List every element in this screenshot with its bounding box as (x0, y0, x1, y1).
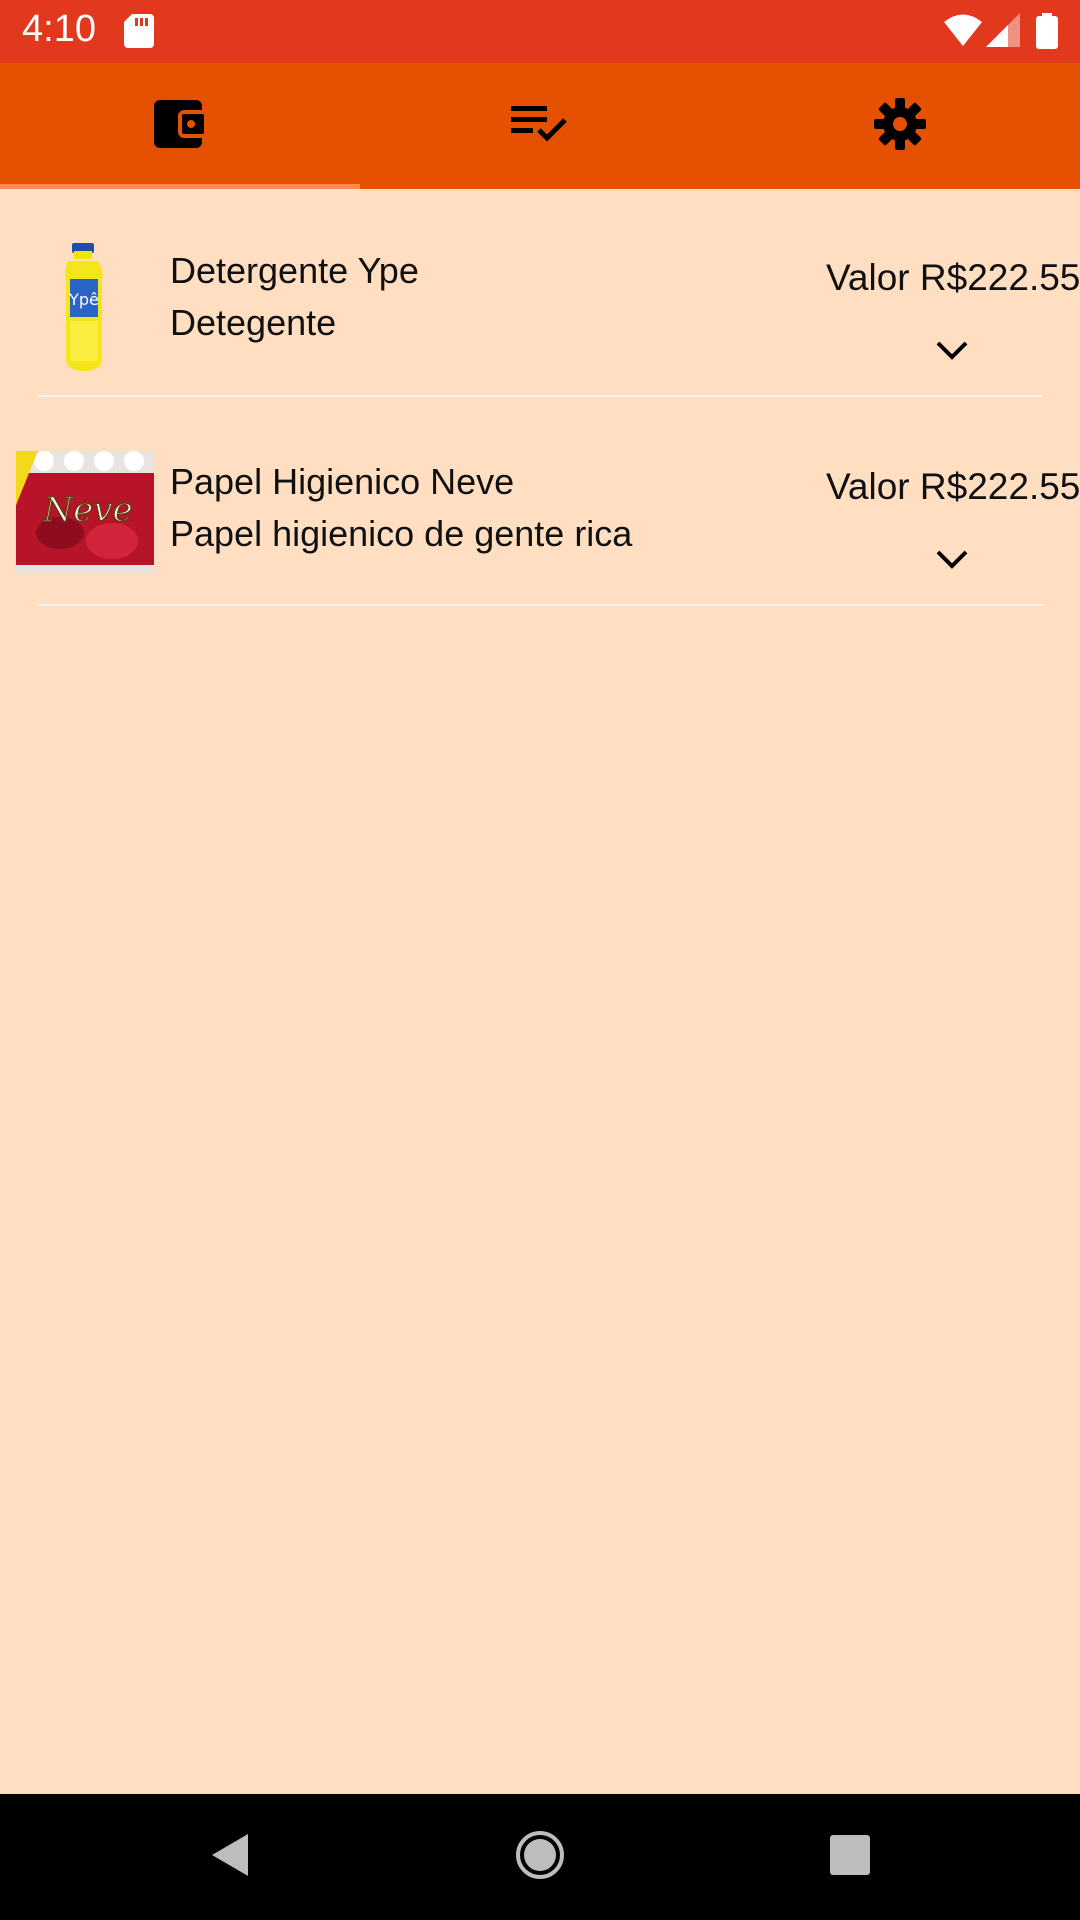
list-item[interactable]: Ypê Detergente Ype Detegente Valor R$222… (0, 189, 1080, 398)
chevron-down-icon[interactable] (932, 548, 972, 577)
recents-icon (829, 1834, 871, 1881)
cell-signal-icon (986, 13, 1020, 52)
tab-bar (0, 63, 1080, 189)
chevron-down-icon[interactable] (932, 339, 972, 368)
svg-text:Ypê: Ypê (68, 290, 99, 309)
gear-icon (874, 97, 926, 155)
item-name: Papel Higienico Neve (170, 461, 515, 502)
home-button[interactable] (500, 1794, 580, 1920)
back-button[interactable] (190, 1794, 270, 1920)
item-description: Detegente (170, 302, 337, 343)
tab-settings[interactable] (720, 63, 1080, 189)
home-icon (515, 1830, 565, 1885)
recents-button[interactable] (810, 1794, 890, 1920)
detergent-bottle-image: Ypê (14, 239, 156, 381)
status-time: 4:10 (22, 8, 96, 50)
battery-icon (1036, 13, 1058, 54)
brand-logo-text: Neve (42, 490, 132, 530)
divider (38, 395, 1043, 397)
checklist-icon (511, 104, 569, 149)
wallet-icon (154, 99, 208, 153)
back-icon (210, 1832, 250, 1883)
list-item[interactable]: Neve Papel Higienico Neve Papel higienic… (0, 398, 1080, 607)
sd-card-icon (124, 14, 154, 53)
item-price: Valor R$222.55 (826, 257, 1080, 298)
tab-wallet[interactable] (0, 63, 360, 189)
divider (38, 604, 1043, 606)
navigation-bar (0, 1794, 1080, 1920)
toilet-paper-pack-image: Neve (14, 445, 156, 587)
tab-checklist[interactable] (360, 63, 720, 189)
item-description: Papel higienico de gente rica (170, 513, 633, 554)
wifi-icon (944, 13, 982, 52)
item-price: Valor R$222.55 (826, 466, 1080, 507)
item-name: Detergente Ype (170, 250, 419, 291)
status-bar: 4:10 (0, 0, 1080, 63)
